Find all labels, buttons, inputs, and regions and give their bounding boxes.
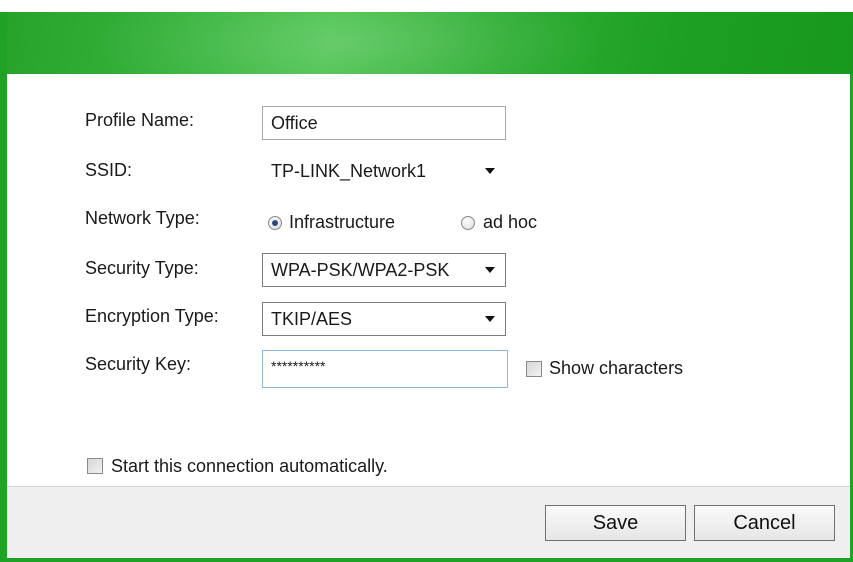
auto-connect-label: Start this connection automatically. [111, 456, 388, 476]
security-type-dropdown[interactable]: WPA-PSK/WPA2-PSK [262, 253, 506, 287]
profile-name-value: Office [271, 112, 318, 133]
radio-adhoc[interactable] [461, 216, 475, 230]
ssid-value: TP-LINK_Network1 [271, 160, 427, 181]
profile-name-input[interactable]: Office [262, 106, 506, 140]
auto-connect-checkbox[interactable] [87, 458, 103, 474]
chevron-down-icon [485, 316, 495, 322]
encryption-type-value: TKIP/AES [271, 308, 353, 329]
security-key-value: ********** [271, 358, 326, 374]
show-characters-label: Show characters [549, 358, 684, 378]
chevron-down-icon [485, 168, 495, 174]
save-button[interactable]: Save [545, 505, 686, 541]
profile-window: Profile Name: Office SSID: TP-LINK_Netwo… [0, 0, 853, 562]
ssid-dropdown[interactable]: TP-LINK_Network1 [262, 154, 506, 188]
security-type-label: Security Type: [85, 258, 199, 278]
ssid-label: SSID: [85, 160, 133, 180]
security-type-value: WPA-PSK/WPA2-PSK [271, 259, 450, 280]
network-type-label: Network Type: [85, 208, 200, 228]
encryption-type-dropdown[interactable]: TKIP/AES [262, 302, 506, 336]
chevron-down-icon [485, 267, 495, 273]
show-characters-checkbox[interactable] [526, 361, 542, 377]
profile-name-label: Profile Name: [85, 110, 195, 130]
radio-infrastructure-label: Infrastructure [289, 212, 396, 232]
window-border-left [0, 12, 7, 562]
window-border-bottom [0, 558, 853, 562]
security-key-input[interactable]: ********** [262, 350, 508, 388]
encryption-type-label: Encryption Type: [85, 306, 219, 326]
security-key-label: Security Key: [85, 354, 192, 374]
radio-infrastructure[interactable] [268, 216, 282, 230]
radio-adhoc-label: ad hoc [483, 212, 538, 232]
cancel-button[interactable]: Cancel [694, 505, 835, 541]
header-banner [7, 12, 853, 74]
